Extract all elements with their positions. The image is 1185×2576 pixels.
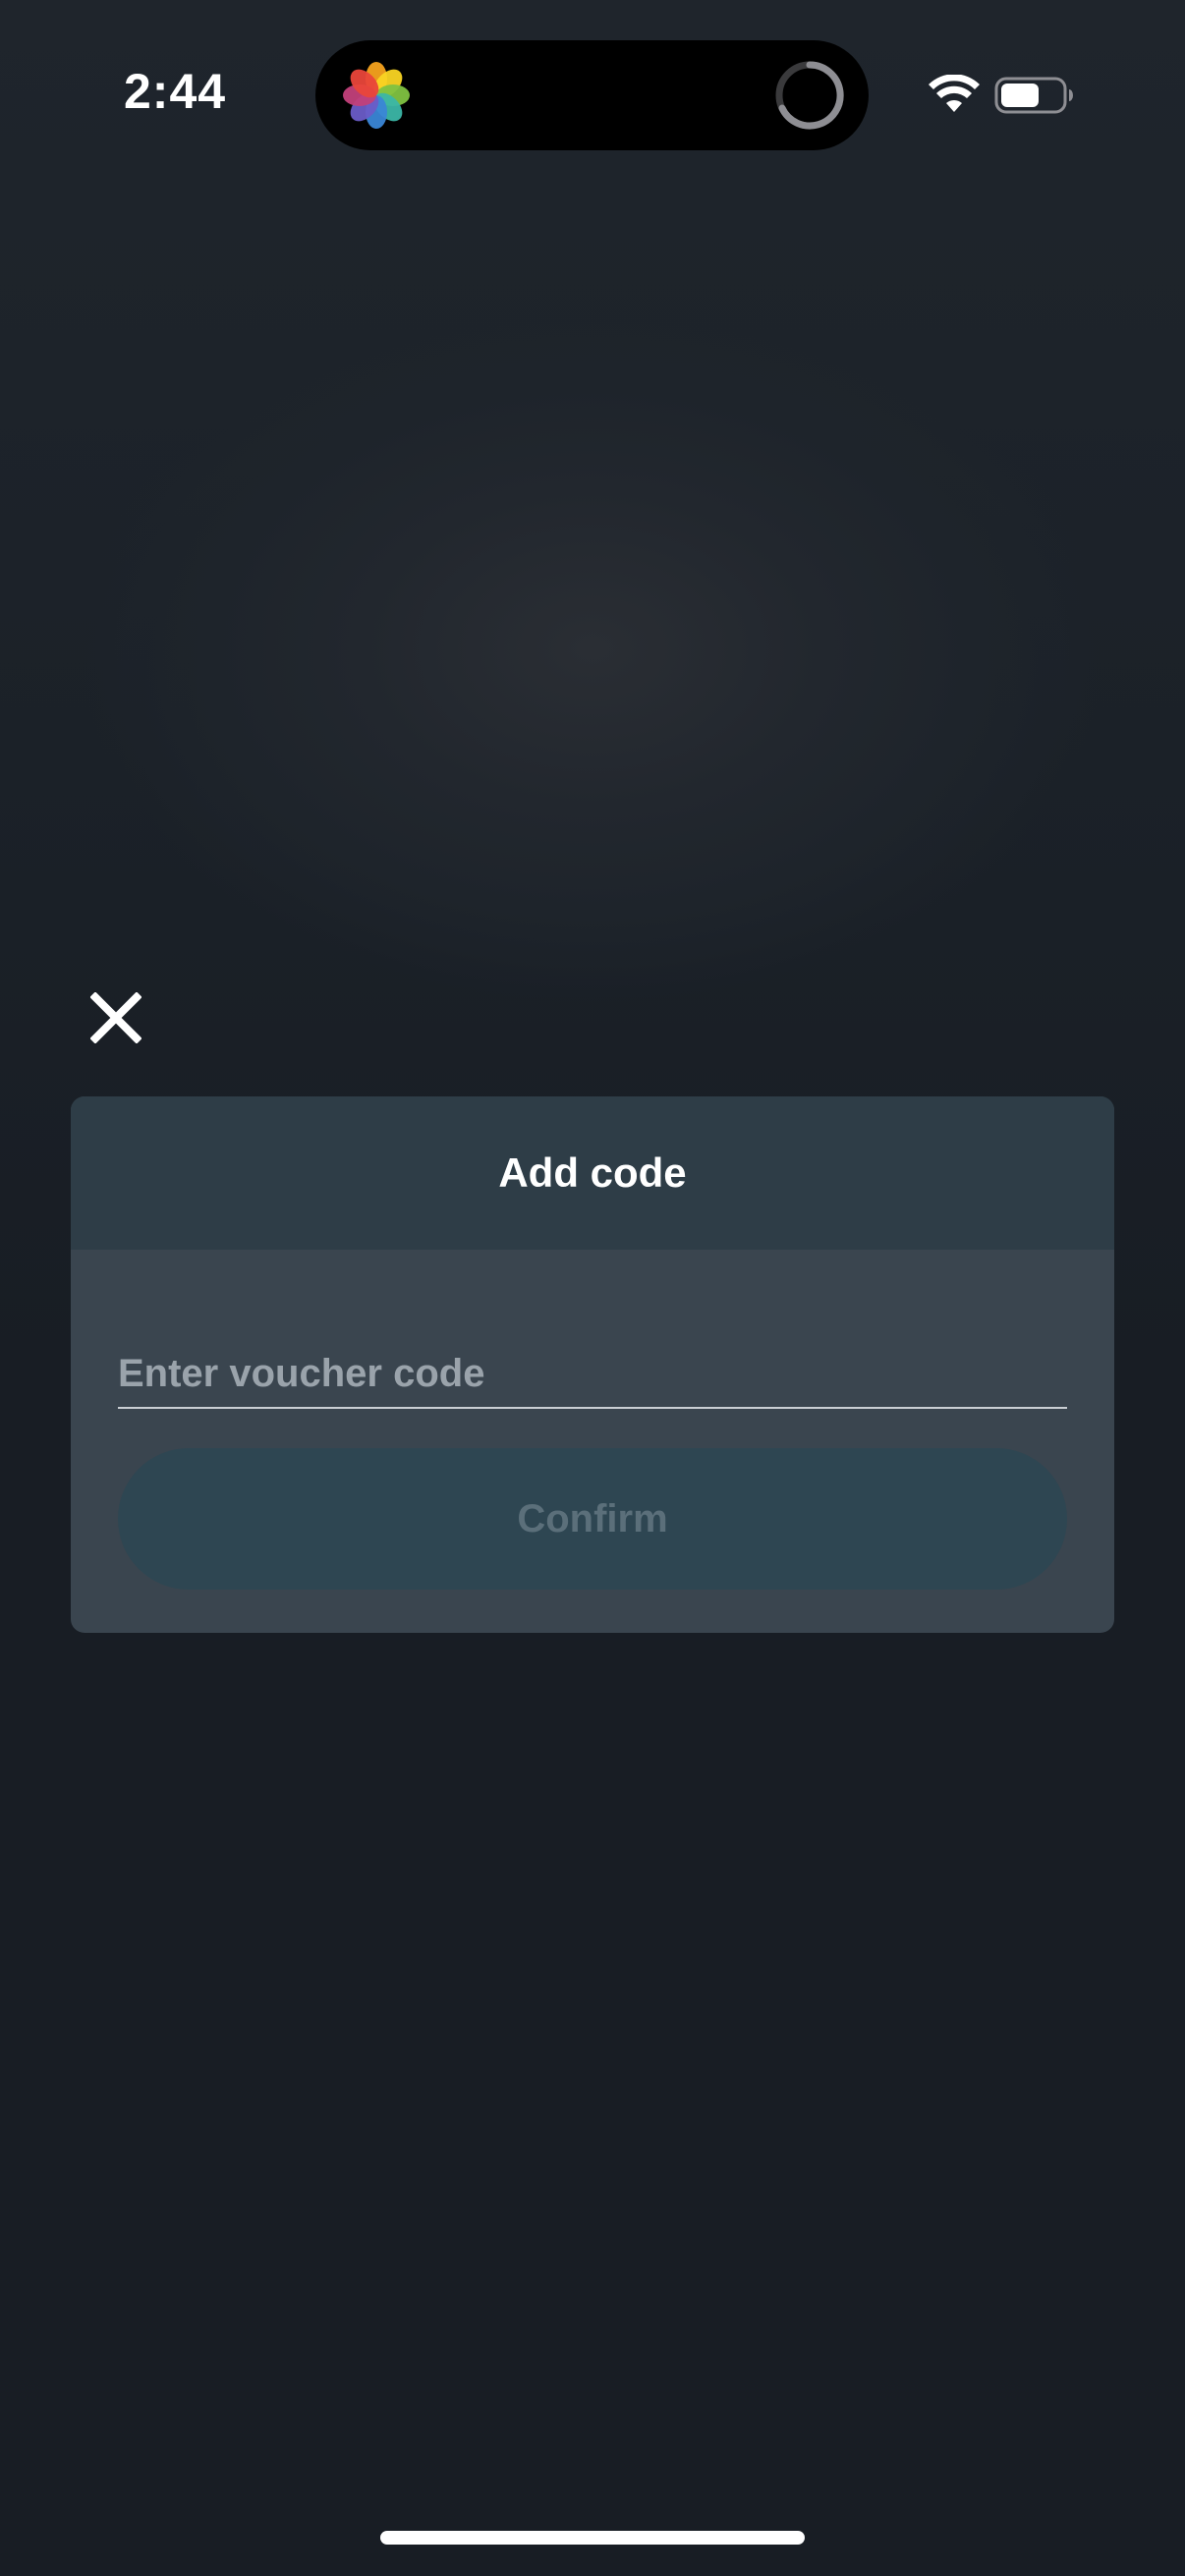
- close-button[interactable]: [86, 988, 145, 1047]
- photos-app-icon: [343, 62, 410, 129]
- confirm-button[interactable]: Confirm: [118, 1448, 1067, 1590]
- dialog-header: Add code: [71, 1096, 1114, 1250]
- activity-ring-icon: [775, 61, 844, 130]
- home-indicator[interactable]: [380, 2531, 805, 2545]
- dynamic-island: [315, 40, 869, 150]
- battery-icon: [994, 77, 1073, 114]
- voucher-code-input[interactable]: [118, 1340, 1067, 1409]
- wifi-icon: [929, 75, 980, 112]
- status-bar: 2:44: [0, 0, 1185, 187]
- add-code-dialog: Add code Confirm: [71, 1096, 1114, 1633]
- status-time: 2:44: [124, 64, 227, 119]
- dialog-title: Add code: [498, 1149, 687, 1196]
- close-icon: [90, 992, 141, 1043]
